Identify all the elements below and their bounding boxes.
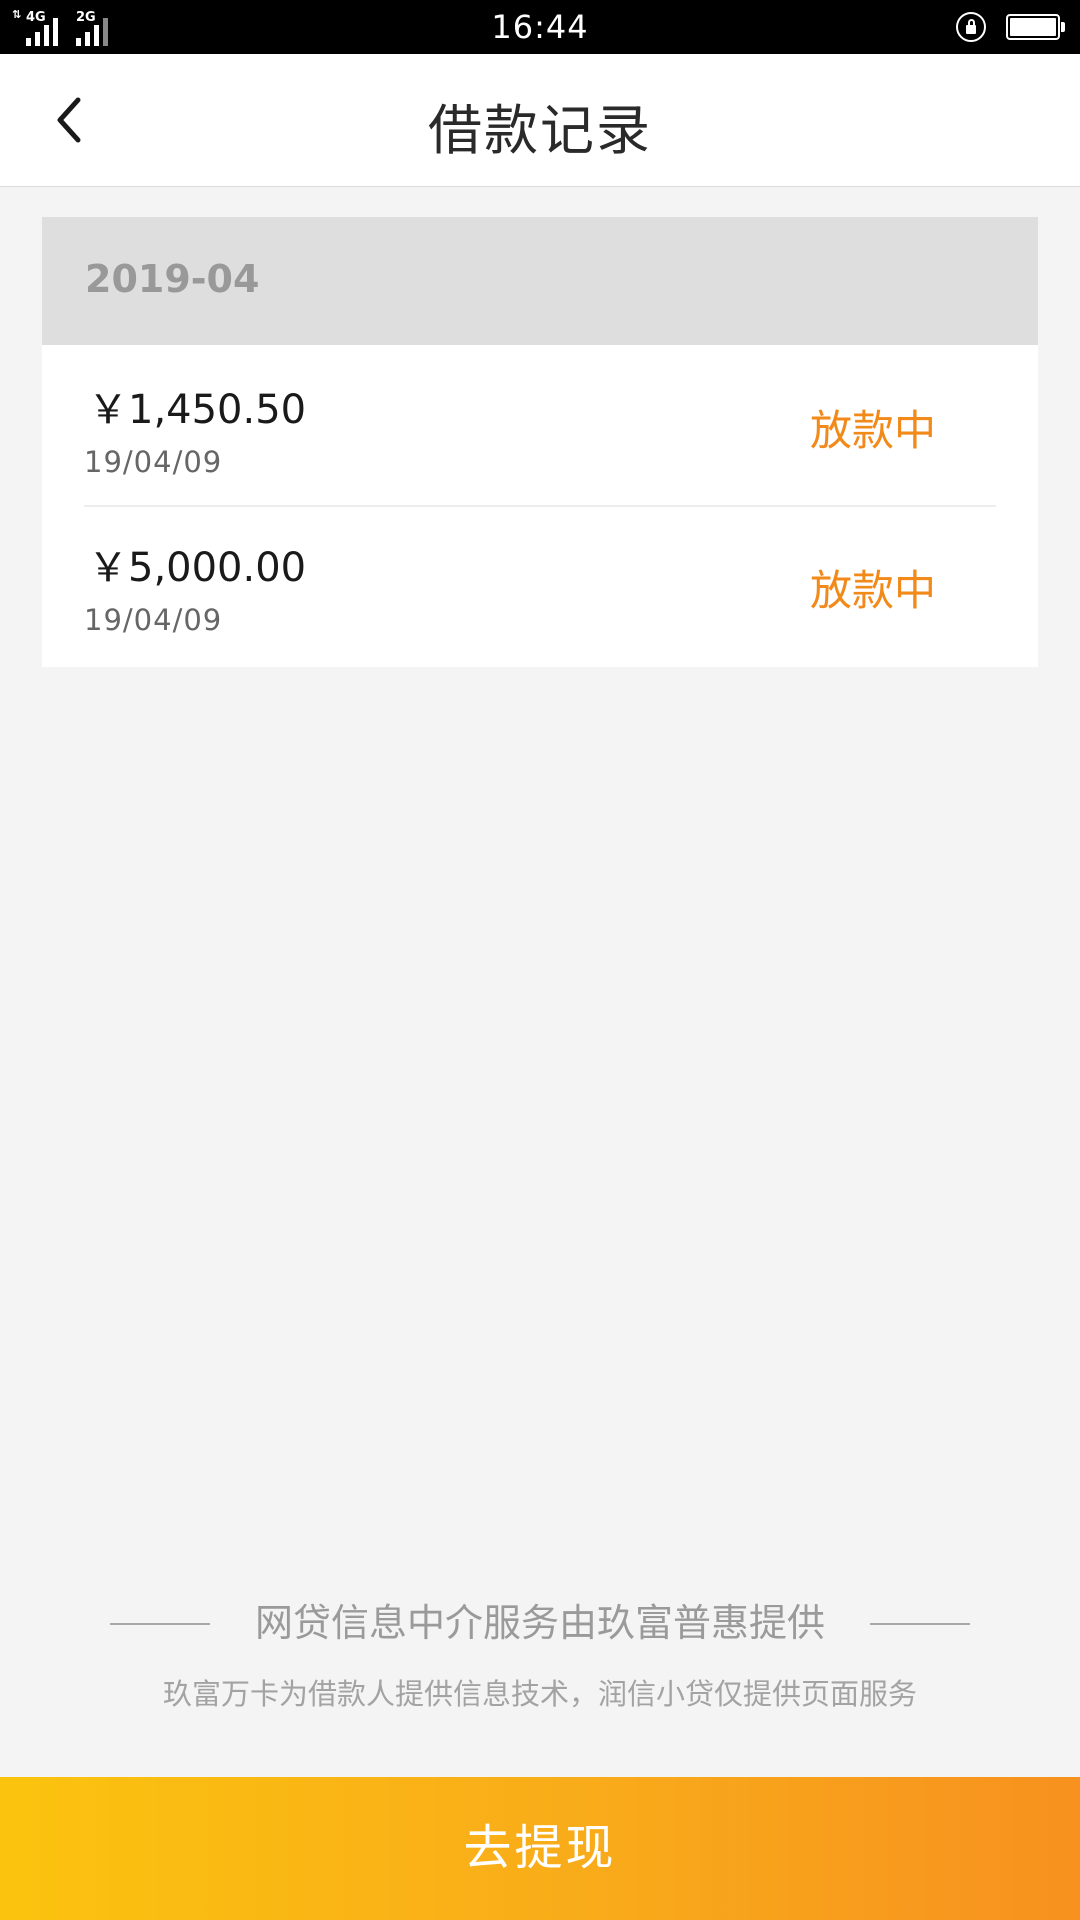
record-status: 放款中 <box>809 566 936 615</box>
page-title: 借款记录 <box>428 99 652 162</box>
status-time: 16:44 <box>491 8 589 46</box>
record-amount: ￥1,450.50 <box>88 387 307 433</box>
nav-bar: 借款记录 <box>0 54 1080 187</box>
divider-left <box>110 1623 210 1625</box>
divider-right <box>870 1623 970 1625</box>
provider-text: 网贷信息中介服务由玖富普惠提供 <box>254 1601 825 1645</box>
provider-line: 网贷信息中介服务由玖富普惠提供 <box>0 1595 1080 1651</box>
records-card: 2019-04 ￥1,450.50 19/04/09 放款中 ￥5,000.00… <box>42 217 1038 667</box>
rotation-lock-icon <box>956 12 986 42</box>
withdraw-button[interactable]: 去提现 <box>0 1777 1080 1920</box>
record-amount: ￥5,000.00 <box>88 545 307 591</box>
status-bar: ⇅ 4G 2G 16:44 <box>0 0 1080 54</box>
screen: ⇅ 4G 2G 16:44 借款记录 2019-04 ￥1,450.50 19/… <box>0 0 1080 1920</box>
month-header: 2019-04 <box>42 217 1038 345</box>
record-date: 19/04/09 <box>84 445 223 479</box>
service-note: 玖富万卡为借款人提供信息技术，润信小贷仅提供页面服务 <box>162 1677 917 1711</box>
record-date: 19/04/09 <box>84 603 223 637</box>
record-row[interactable]: ￥5,000.00 19/04/09 放款中 <box>42 507 1038 667</box>
month-label: 2019-04 <box>85 257 260 301</box>
record-row[interactable]: ￥1,450.50 19/04/09 放款中 <box>42 345 1038 507</box>
record-status: 放款中 <box>809 406 936 455</box>
battery-icon <box>1006 14 1065 40</box>
